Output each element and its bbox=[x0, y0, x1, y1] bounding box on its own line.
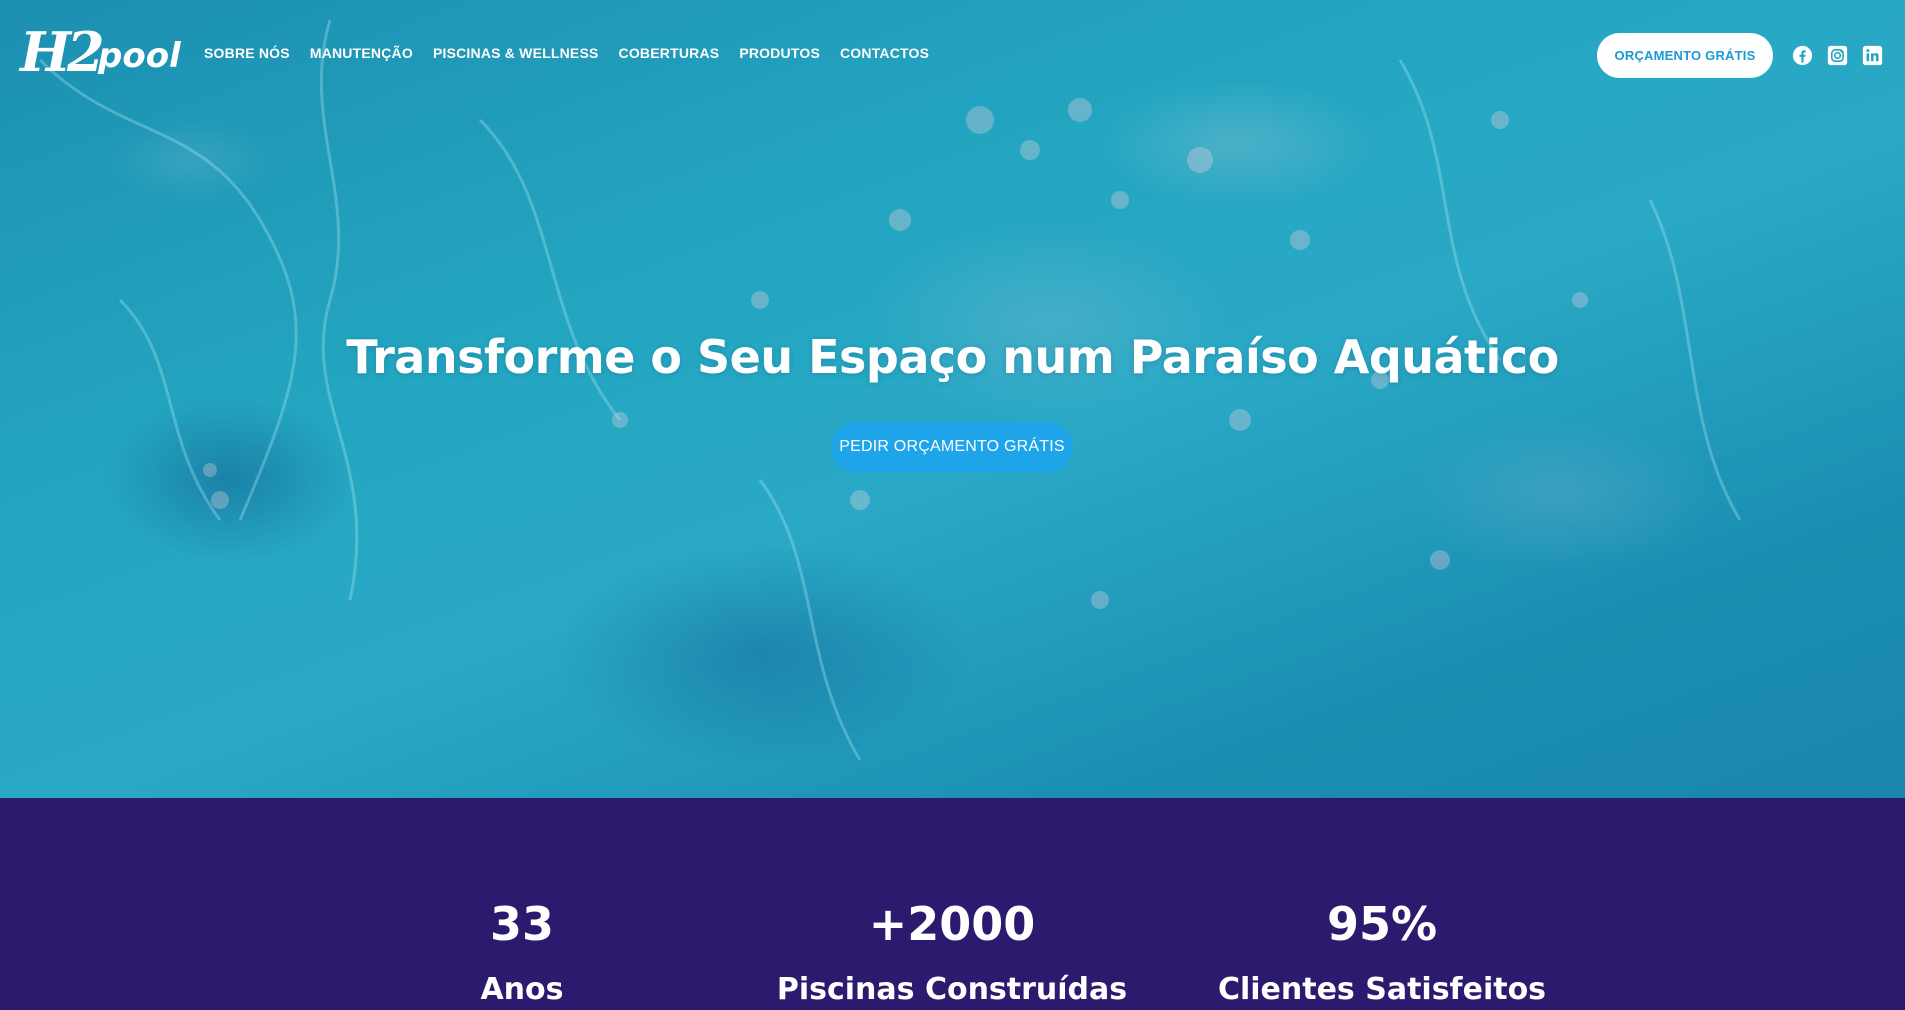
main-navigation: SOBRE NÓS MANUTENÇÃO PISCINAS & WELLNESS… bbox=[204, 45, 929, 61]
hero-headline: Transforme o Seu Espaço num Paraíso Aquá… bbox=[346, 330, 1559, 384]
nav-item-piscinas-wellness[interactable]: PISCINAS & WELLNESS bbox=[433, 45, 599, 61]
stat-value: +2000 bbox=[868, 897, 1036, 951]
stat-label: Piscinas Construídas bbox=[776, 972, 1128, 1007]
nav-item-manutencao[interactable]: MANUTENÇÃO bbox=[310, 45, 413, 61]
stat-pools-built: +2000 Piscinas Construídas bbox=[742, 896, 1162, 1010]
stat-label: Anos bbox=[480, 972, 564, 1007]
nav-item-sobre-nos[interactable]: SOBRE NÓS bbox=[204, 45, 290, 61]
logo-wordmark: pool bbox=[98, 36, 181, 76]
nav-item-contactos[interactable]: CONTACTOS bbox=[840, 45, 929, 61]
stats-section: 33 Anos +2000 Piscinas Construídas 95% C… bbox=[0, 798, 1905, 1007]
brand-logo[interactable]: H2 pool bbox=[20, 20, 181, 86]
stat-years: 33 Anos bbox=[312, 896, 732, 1010]
facebook-icon[interactable] bbox=[1792, 45, 1813, 66]
free-quote-header-button[interactable]: ORÇAMENTO GRÁTIS bbox=[1597, 33, 1773, 78]
water-background bbox=[38, 19, 1742, 761]
logo-mark: H2 bbox=[20, 20, 105, 84]
social-links bbox=[1792, 45, 1883, 66]
stat-value: 95% bbox=[1326, 897, 1438, 951]
request-free-quote-button[interactable]: PEDIR ORÇAMENTO GRÁTIS bbox=[831, 422, 1073, 472]
linkedin-icon[interactable] bbox=[1862, 45, 1883, 66]
stat-satisfied-clients: 95% Clientes Satisfeitos bbox=[1172, 896, 1592, 1010]
hero-section: H2 pool SOBRE NÓS MANUTENÇÃO PISCINAS & … bbox=[0, 0, 1905, 798]
instagram-icon[interactable] bbox=[1827, 45, 1848, 66]
nav-item-produtos[interactable]: PRODUTOS bbox=[739, 45, 820, 61]
stat-label: Clientes Satisfeitos bbox=[1217, 972, 1547, 1007]
stat-value: 33 bbox=[489, 897, 554, 951]
nav-item-coberturas[interactable]: COBERTURAS bbox=[619, 45, 720, 61]
